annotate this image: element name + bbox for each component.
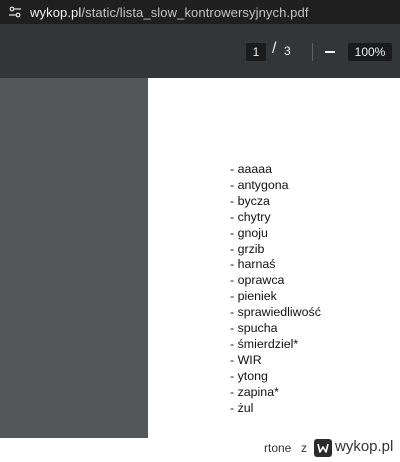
- list-item: - pieniek: [230, 289, 277, 304]
- minus-icon: [325, 51, 335, 53]
- total-pages: 3: [284, 44, 291, 58]
- list-item: - oprawca: [230, 273, 285, 288]
- zoom-out-button[interactable]: [320, 42, 340, 62]
- list-item: - antygona: [230, 177, 289, 192]
- list-item: - gnoju: [230, 225, 268, 240]
- url-domain: wykop.pl: [30, 4, 82, 20]
- footer-watermark: rtone z wykop.pl: [0, 438, 400, 458]
- list-item: - żul: [230, 400, 254, 415]
- list-item: - zapina*: [230, 384, 279, 399]
- toolbar-divider: [312, 43, 313, 61]
- pdf-viewer[interactable]: - aaaaa - antygona - bycza - chytry - gn…: [0, 78, 400, 438]
- list-item: - spucha: [230, 321, 278, 336]
- list-item: - grzib: [230, 241, 265, 256]
- word-list: - aaaaa - antygona - bycza - chytry - gn…: [230, 162, 321, 417]
- list-item: - ytong: [230, 368, 268, 383]
- list-item: - WIR: [230, 352, 262, 367]
- pdf-toolbar: 1 / 3 100%: [0, 24, 400, 78]
- list-item: - aaaaa: [230, 162, 273, 176]
- list-item: - chytry: [230, 209, 271, 224]
- tune-icon[interactable]: [8, 5, 22, 19]
- list-item: - bycza: [230, 193, 270, 208]
- page-separator: /: [272, 40, 277, 57]
- address-bar: wykop.pl/static/lista_slow_kontrowersyjn…: [0, 0, 400, 24]
- list-item: - sprawiedliwość: [230, 305, 321, 320]
- footer-separator: z: [301, 441, 307, 455]
- list-item: - harnaś: [230, 257, 276, 272]
- list-item: - śmierdziel*: [230, 336, 299, 351]
- author-name: rtone: [264, 441, 292, 455]
- url-path: /static/lista_slow_kontrowersyjnych.pdf: [81, 4, 309, 20]
- site-name: wykop.pl: [335, 438, 394, 455]
- url-field[interactable]: wykop.pl/static/lista_slow_kontrowersyjn…: [30, 5, 309, 20]
- wykop-logo-icon: [314, 439, 332, 457]
- zoom-level-input[interactable]: 100%: [348, 43, 392, 61]
- page-number-input[interactable]: 1: [246, 43, 266, 61]
- pdf-page: - aaaaa - antygona - bycza - chytry - gn…: [148, 78, 400, 438]
